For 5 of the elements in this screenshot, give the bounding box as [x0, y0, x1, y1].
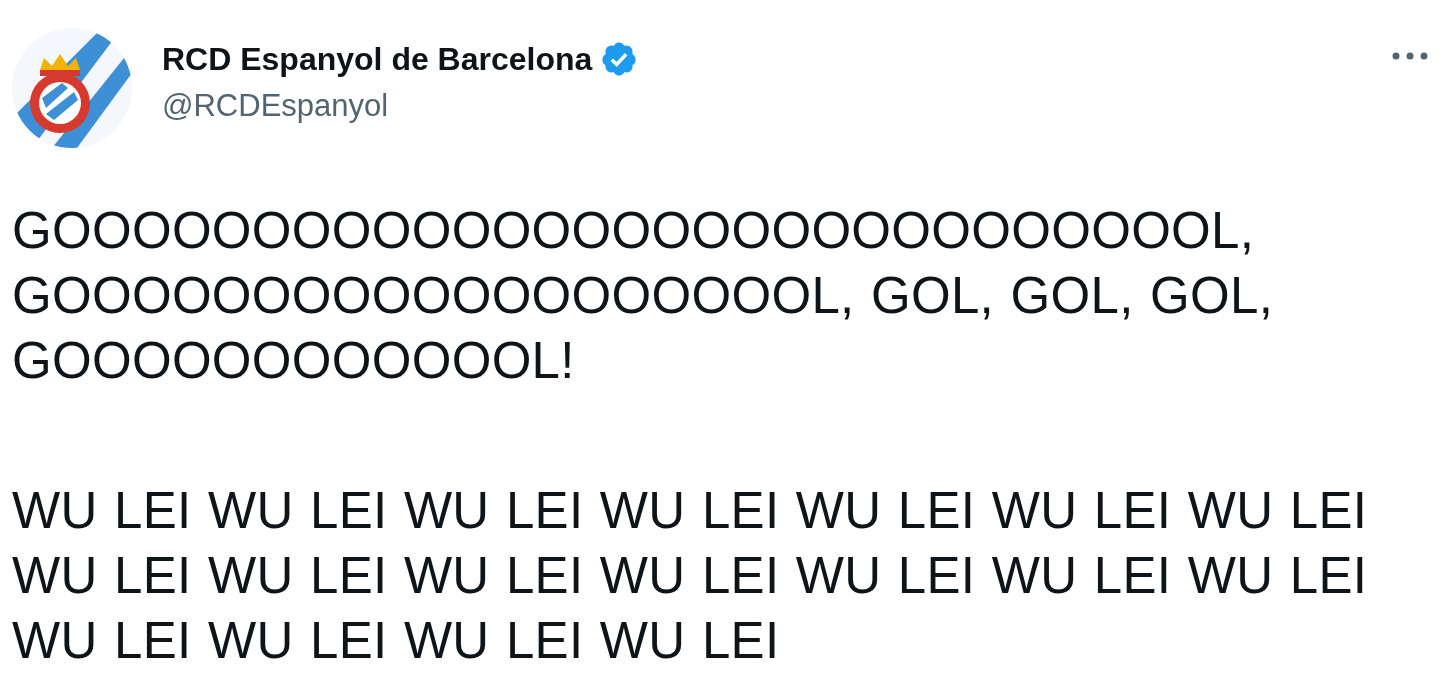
tweet-text: WU LEI WU LEI WU LEI WU LEI WU LEI WU LEI WU LEI WU LEI WU LEI WU LEI WU LEI WU LEI WU LEI WU LEI WU LEI WU LEI WU LEI WU LEI [12, 481, 1369, 671]
author-handle[interactable]: @RCDEspanyol [162, 88, 1360, 124]
tweet-text: GOOOOOOOOOOOOOOOOOOOOOOOOOOOOOL, GOOOOOOOOOOOOOOOOOOOL, GOL, GOL, GOL, GOOOOOOOOOOOOL! [12, 201, 1275, 391]
more-options-icon[interactable] [1390, 50, 1430, 62]
author-name[interactable]: RCD Espanyol de Barcelona [162, 40, 593, 78]
